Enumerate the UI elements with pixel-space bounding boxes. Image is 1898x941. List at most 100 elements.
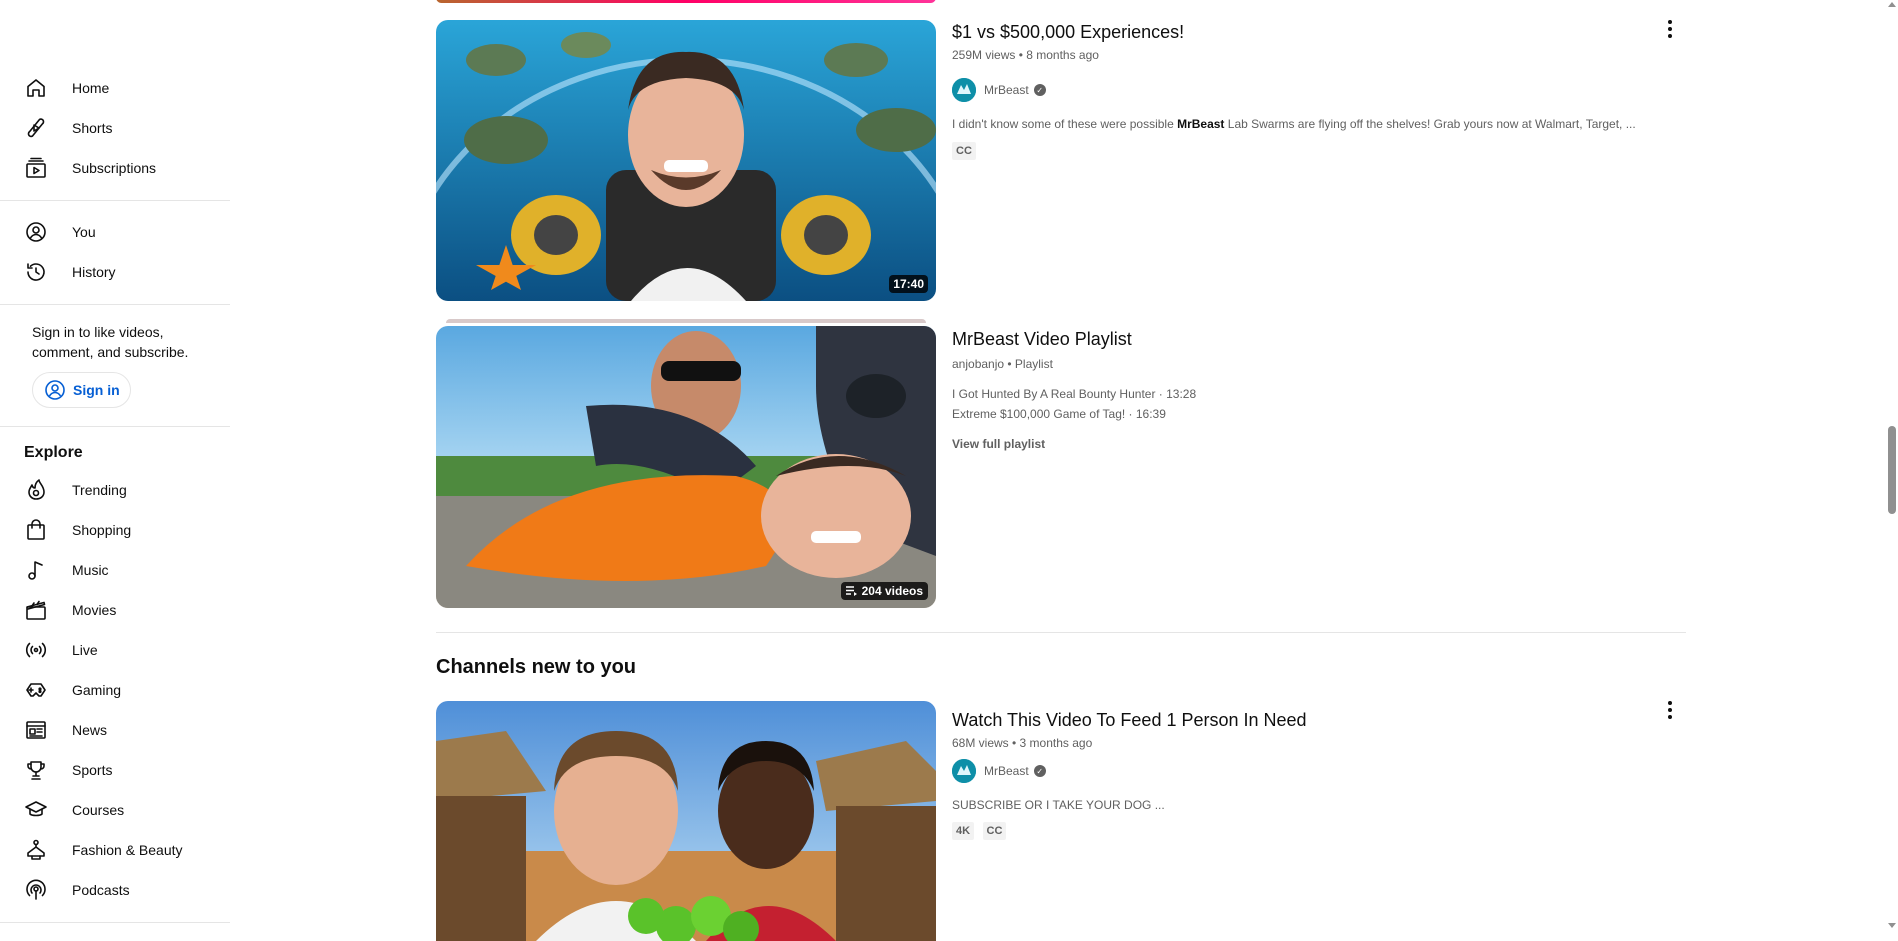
newspaper-icon	[24, 718, 48, 742]
more-actions-button[interactable]	[1658, 17, 1682, 41]
sidebar-item-news[interactable]: News	[12, 710, 218, 750]
channel-name: MrBeast	[984, 764, 1029, 778]
user-icon	[24, 220, 48, 244]
vertical-dots-icon	[1668, 20, 1672, 38]
sidebar-item-home[interactable]: Home	[12, 68, 218, 108]
sidebar-item-subscriptions[interactable]: Subscriptions	[12, 148, 218, 188]
shelf-title: Channels new to you	[436, 656, 637, 678]
sidebar-item-label: News	[72, 722, 108, 738]
signin-button[interactable]: Sign in	[32, 372, 131, 408]
description-text: I didn't know some of these were possibl…	[952, 117, 1178, 131]
sidebar-item-label: Shorts	[72, 120, 113, 136]
hanger-icon	[24, 838, 48, 862]
sidebar-item-label: Sports	[72, 762, 113, 778]
sidebar-divider	[0, 200, 230, 201]
avatar	[952, 759, 976, 783]
sidebar-item-fashion-beauty[interactable]: Fashion & Beauty	[12, 830, 218, 870]
playlist-item[interactable]: Extreme $100,000 Game of Tag! · 16:39	[952, 407, 1166, 421]
verified-check-icon: ✓	[1033, 765, 1046, 777]
sidebar-item-movies[interactable]: Movies	[12, 590, 218, 630]
description-text: Lab Swarms are flying off the shelves! G…	[1224, 117, 1636, 131]
sidebar-item-music[interactable]: Music	[12, 550, 218, 590]
podcast-icon	[24, 878, 48, 902]
sidebar-item-label: Movies	[72, 602, 117, 618]
sidebar-item-courses[interactable]: Courses	[12, 790, 218, 830]
signin-prompt: Sign in to like videos, comment, and sub…	[32, 324, 189, 360]
playlist-thumbnail[interactable]: 204 videos	[436, 326, 936, 608]
playlist-stack-edge	[446, 319, 926, 323]
sidebar-divider	[0, 922, 230, 923]
sidebar-item-sports[interactable]: Sports	[12, 750, 218, 790]
subscriptions-icon	[24, 156, 48, 180]
channel-name: MrBeast	[984, 83, 1029, 97]
video-thumbnail[interactable]	[436, 701, 936, 941]
thumbnail-image	[436, 701, 936, 941]
video-description: I didn't know some of these were possibl…	[952, 117, 1652, 131]
sidebar-item-shopping[interactable]: Shopping	[12, 510, 218, 550]
sidebar-item-label: Fashion & Beauty	[72, 842, 183, 858]
sidebar-item-label: Live	[72, 642, 98, 658]
video-title[interactable]: Watch This Video To Feed 1 Person In Nee…	[952, 707, 1307, 733]
thumbnail-image	[436, 20, 936, 301]
playlist-title[interactable]: MrBeast Video Playlist	[952, 326, 1132, 352]
video-meta: 68M views • 3 months ago	[952, 736, 1093, 750]
explore-heading: Explore	[24, 444, 83, 461]
scroll-down-arrow-icon[interactable]	[1888, 923, 1896, 928]
scroll-up-arrow-icon[interactable]	[1888, 2, 1896, 7]
badge-row: 4K CC	[952, 821, 1010, 840]
sidebar-item-label: You	[72, 224, 96, 240]
video-title[interactable]: $1 vs $500,000 Experiences!	[952, 19, 1184, 45]
sidebar-item-label: Courses	[72, 802, 125, 818]
trophy-icon	[24, 758, 48, 782]
playlist-item[interactable]: I Got Hunted By A Real Bounty Hunter · 1…	[952, 387, 1196, 401]
sidebar-item-live[interactable]: Live	[12, 630, 218, 670]
graduation-cap-icon	[24, 798, 48, 822]
main-content: 17:40 $1 vs $500,000 Experiences! 259M v…	[430, 0, 1690, 941]
sidebar-item-history[interactable]: History	[12, 252, 218, 292]
view-full-playlist-link[interactable]: View full playlist	[952, 437, 1045, 451]
sidebar-item-label: Trending	[72, 482, 127, 498]
sidebar-item-label: Home	[72, 80, 110, 96]
sidebar-item-label: History	[72, 264, 116, 280]
sidebar-item-you[interactable]: You	[12, 212, 218, 252]
history-icon	[24, 260, 48, 284]
cc-badge: CC	[982, 822, 1007, 840]
description-highlight: MrBeast	[1177, 117, 1225, 131]
sidebar-item-podcasts[interactable]: Podcasts	[12, 870, 218, 910]
sidebar-item-trending[interactable]: Trending	[12, 470, 218, 510]
gamepad-icon	[24, 678, 48, 702]
clapperboard-icon	[24, 598, 48, 622]
section-divider	[436, 632, 1686, 633]
sidebar-item-shorts[interactable]: Shorts	[12, 108, 218, 148]
avatar	[952, 78, 976, 102]
thumbnail-image	[436, 326, 936, 608]
badge-row: CC	[952, 141, 980, 160]
trending-icon	[24, 478, 48, 502]
sidebar-item-gaming[interactable]: Gaming	[12, 670, 218, 710]
playlist-count: 204 videos	[861, 584, 923, 598]
previous-video-thumbnail[interactable]	[436, 0, 936, 3]
playlist-icon	[845, 586, 857, 596]
video-description: SUBSCRIBE OR I TAKE YOUR DOG ...	[952, 798, 1165, 812]
home-icon	[24, 76, 48, 100]
page-scrollbar[interactable]	[1886, 0, 1898, 930]
shopping-bag-icon	[24, 518, 48, 542]
sidebar-divider	[0, 426, 230, 427]
video-duration: 17:40	[889, 275, 928, 293]
video-thumbnail[interactable]: 17:40	[436, 20, 936, 301]
sidebar: Home Shorts Subscriptions You History Si…	[0, 0, 230, 930]
scrollbar-thumb[interactable]	[1888, 426, 1896, 514]
playlist-meta[interactable]: anjobanjo • Playlist	[952, 357, 1053, 371]
shorts-icon	[24, 116, 48, 140]
sidebar-divider	[0, 304, 230, 305]
channel-link[interactable]: MrBeast ✓	[952, 759, 1046, 783]
4k-badge: 4K	[952, 822, 975, 840]
account-circle-icon	[45, 380, 65, 400]
video-meta: 259M views • 8 months ago	[952, 48, 1099, 62]
vertical-dots-icon	[1668, 701, 1672, 719]
sidebar-item-label: Music	[72, 562, 109, 578]
live-icon	[24, 638, 48, 662]
sidebar-item-label: Shopping	[72, 522, 132, 538]
channel-link[interactable]: MrBeast ✓	[952, 78, 1046, 102]
more-actions-button[interactable]	[1658, 698, 1682, 722]
